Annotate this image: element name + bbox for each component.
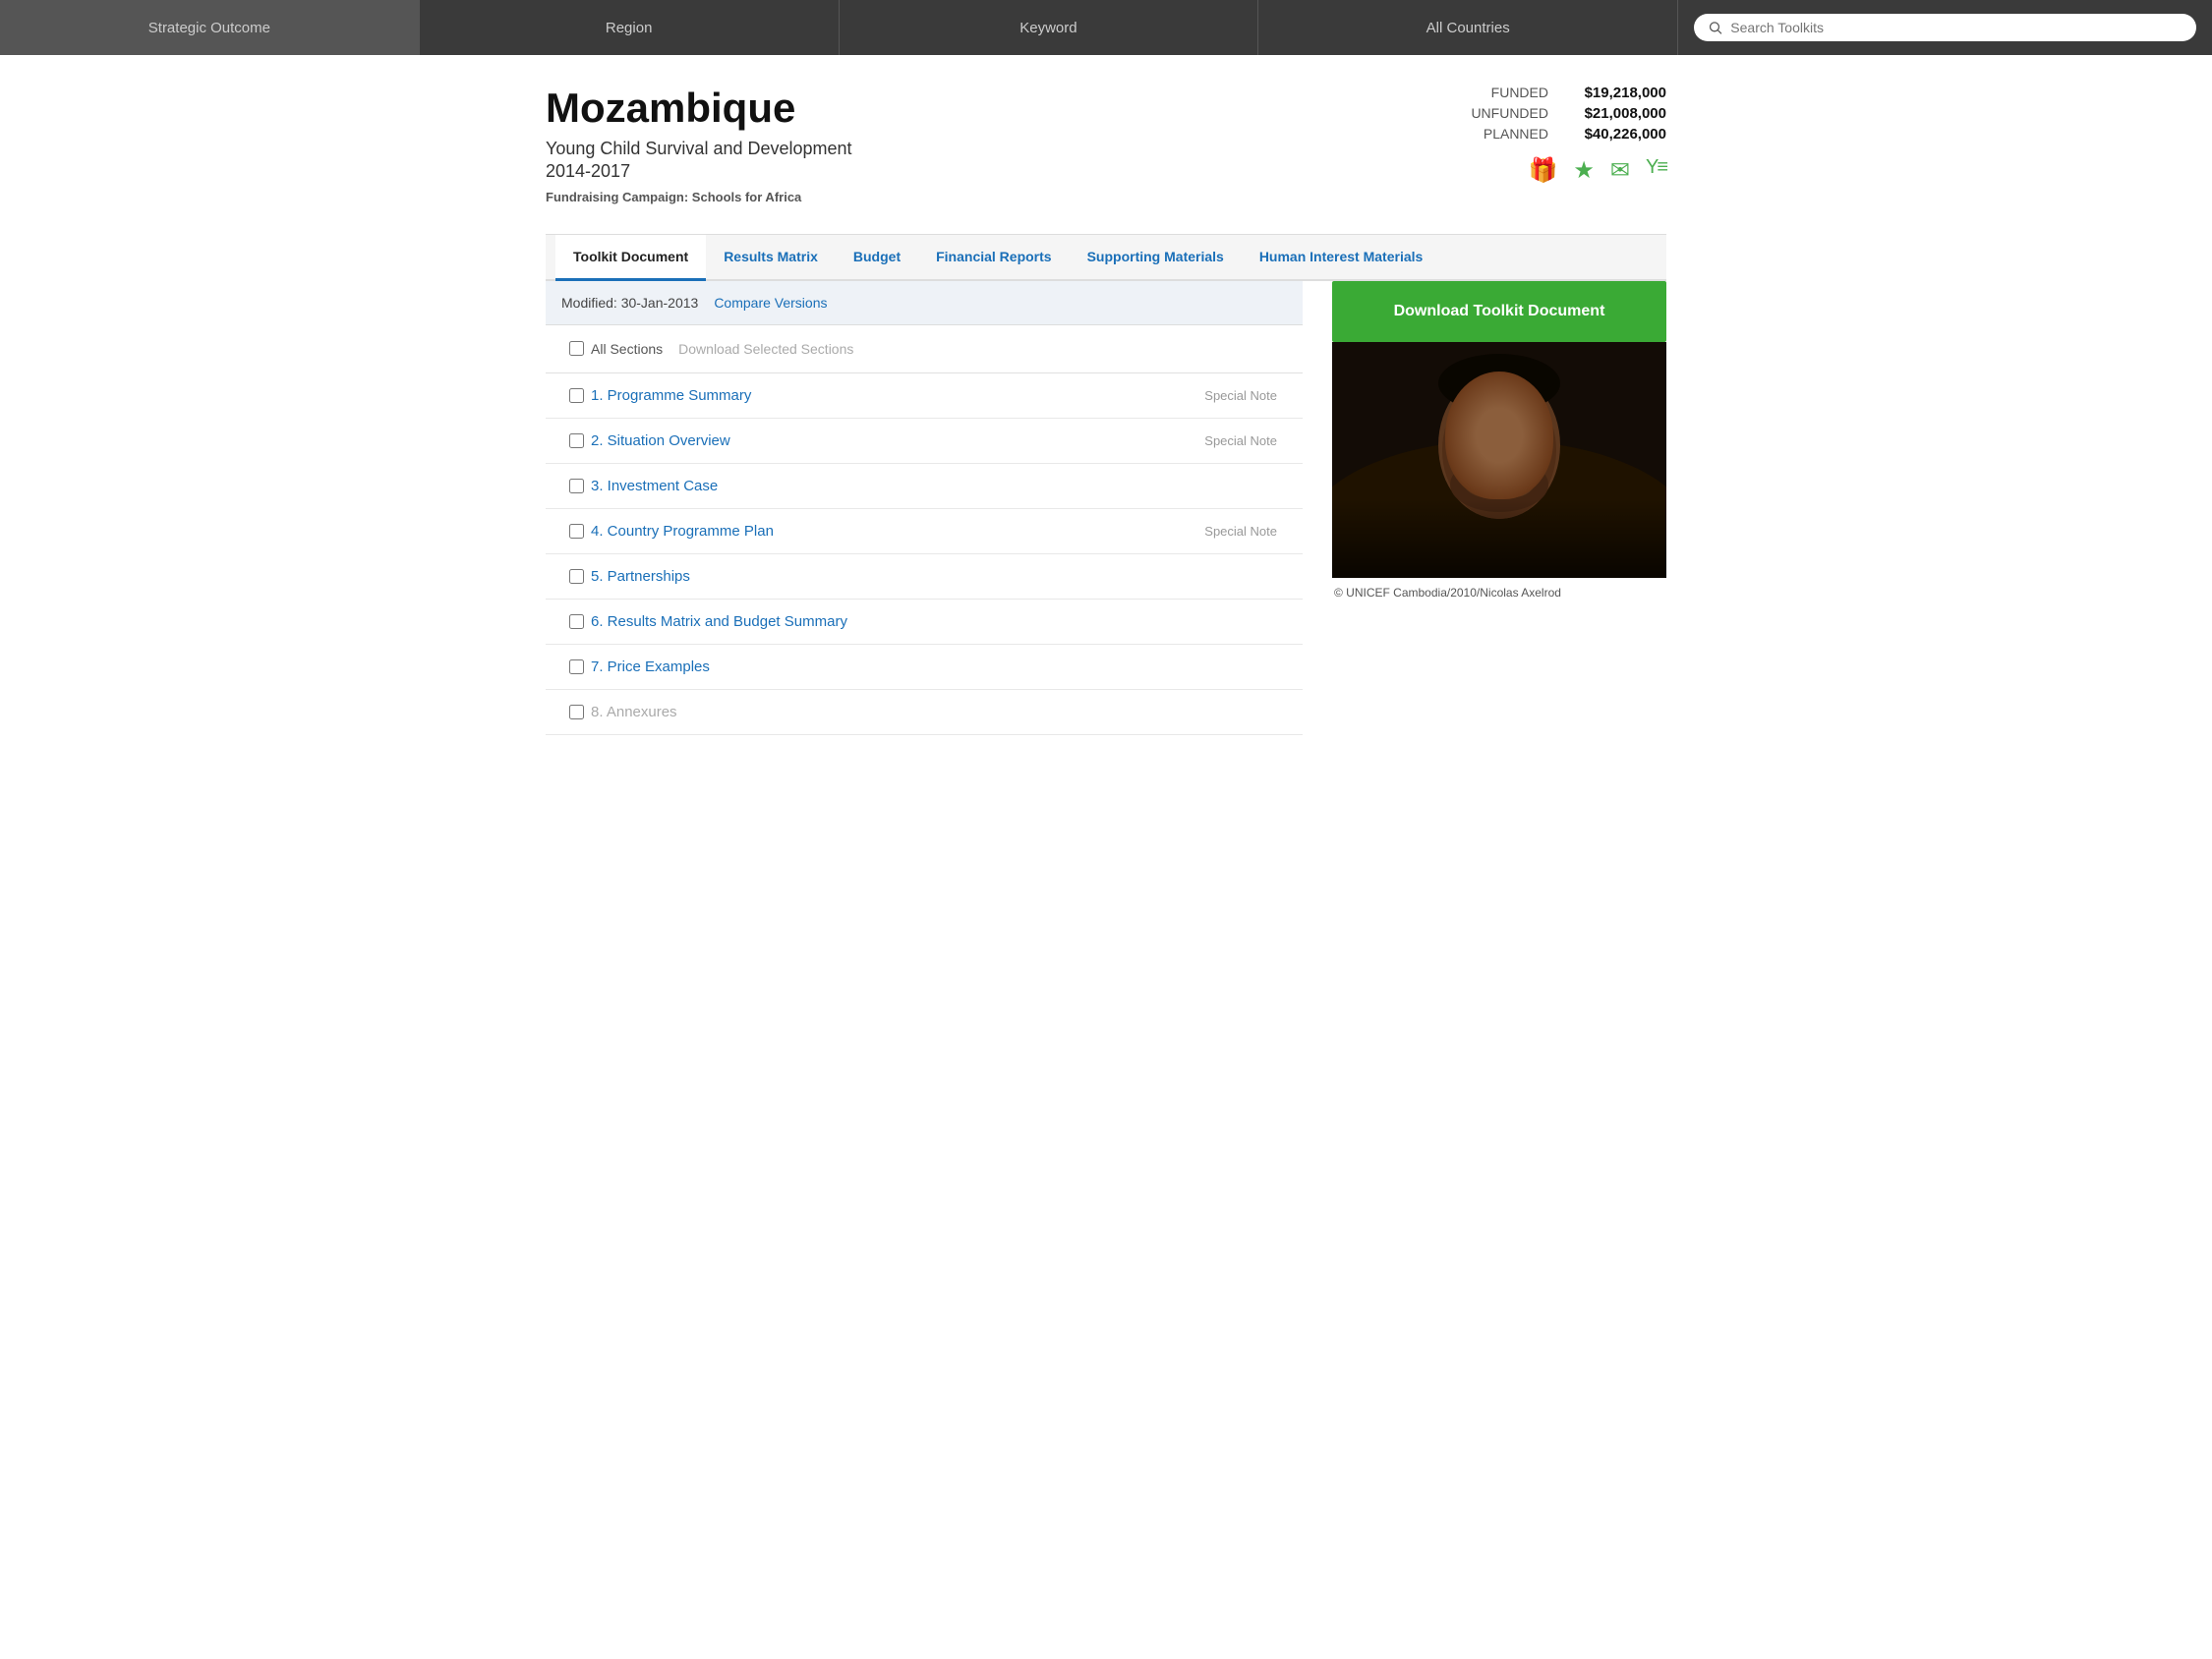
section-row: 2. Situation Overview Special Note [546, 419, 1303, 464]
section-checkbox-s1[interactable] [569, 388, 584, 403]
section-row: 8. Annexures [546, 690, 1303, 735]
compare-versions-link[interactable]: Compare Versions [714, 295, 827, 311]
all-sections-checkbox[interactable] [569, 341, 584, 356]
tab-human-interest-materials[interactable]: Human Interest Materials [1242, 235, 1441, 281]
mail-icon[interactable]: ✉ [1610, 156, 1630, 185]
funded-label: FUNDED [1491, 85, 1548, 101]
section-checkbox-s4[interactable] [569, 524, 584, 539]
campaign-value: Schools for Africa [692, 190, 801, 204]
modified-text: Modified: 30-Jan-2013 [561, 295, 698, 311]
section-link-s5[interactable]: 5. Partnerships [591, 568, 1277, 585]
main-content: Mozambique Young Child Survival and Deve… [516, 55, 1696, 735]
funding-funded: FUNDED $19,218,000 [1411, 85, 1666, 101]
page-subtitle: Young Child Survival and Development2014… [546, 138, 852, 184]
special-note-s4: Special Note [1204, 524, 1287, 539]
modified-bar: Modified: 30-Jan-2013 Compare Versions [546, 281, 1303, 325]
search-icon [1708, 20, 1722, 35]
section-link-s2[interactable]: 2. Situation Overview [591, 432, 1204, 449]
download-toolkit-button[interactable]: Download Toolkit Document [1332, 281, 1666, 342]
section-checkbox-s7[interactable] [569, 659, 584, 674]
nav-strategic-outcome[interactable]: Strategic Outcome [0, 0, 420, 55]
tab-financial-reports[interactable]: Financial Reports [918, 235, 1069, 281]
tab-toolkit-document[interactable]: Toolkit Document [555, 235, 706, 281]
section-row: 4. Country Programme Plan Special Note [546, 509, 1303, 554]
section-checkbox-s8[interactable] [569, 705, 584, 719]
action-icons-row: 🎁 ★ ✉ Y≡ [1411, 156, 1666, 185]
download-selected-label: Download Selected Sections [678, 341, 853, 357]
tab-budget[interactable]: Budget [836, 235, 918, 281]
page-title: Mozambique [546, 85, 852, 132]
section-link-s6[interactable]: 6. Results Matrix and Budget Summary [591, 613, 1277, 630]
unfunded-label: UNFUNDED [1471, 105, 1548, 122]
nav-all-countries[interactable]: All Countries [1258, 0, 1678, 55]
search-input[interactable] [1730, 20, 2183, 35]
all-sections-label: All Sections [591, 341, 663, 357]
section-checkbox-s5[interactable] [569, 569, 584, 584]
content-area: Modified: 30-Jan-2013 Compare Versions A… [546, 281, 1666, 735]
funding-unfunded: UNFUNDED $21,008,000 [1411, 105, 1666, 122]
special-note-s2: Special Note [1204, 433, 1287, 448]
header-right: FUNDED $19,218,000 UNFUNDED $21,008,000 … [1411, 85, 1666, 185]
campaign-info: Fundraising Campaign: Schools for Africa [546, 190, 852, 204]
gift-icon[interactable]: 🎁 [1528, 156, 1557, 185]
section-link-s4[interactable]: 4. Country Programme Plan [591, 523, 1204, 540]
tab-supporting-materials[interactable]: Supporting Materials [1070, 235, 1242, 281]
unfunded-value: $21,008,000 [1568, 105, 1666, 122]
campaign-label: Fundraising Campaign: [546, 190, 688, 204]
section-link-s3[interactable]: 3. Investment Case [591, 478, 1277, 494]
search-container [1678, 0, 2212, 55]
section-row: 7. Price Examples [546, 645, 1303, 690]
funded-value: $19,218,000 [1568, 85, 1666, 101]
section-link-s8[interactable]: 8. Annexures [591, 704, 1277, 720]
section-checkbox-s2[interactable] [569, 433, 584, 448]
chart-icon[interactable]: Y≡ [1646, 156, 1666, 185]
photo-image [1332, 342, 1666, 578]
section-link-s7[interactable]: 7. Price Examples [591, 658, 1277, 675]
section-checkbox-s6[interactable] [569, 614, 584, 629]
left-panel: Modified: 30-Jan-2013 Compare Versions A… [546, 281, 1303, 735]
special-note-s1: Special Note [1204, 388, 1287, 403]
section-link-s1[interactable]: 1. Programme Summary [591, 387, 1204, 404]
section-row: 3. Investment Case [546, 464, 1303, 509]
funding-planned: PLANNED $40,226,000 [1411, 126, 1666, 143]
tabs-bar: Toolkit Document Results Matrix Budget F… [546, 235, 1666, 281]
tab-results-matrix[interactable]: Results Matrix [706, 235, 836, 281]
planned-value: $40,226,000 [1568, 126, 1666, 143]
nav-region[interactable]: Region [420, 0, 840, 55]
page-header: Mozambique Young Child Survival and Deve… [546, 85, 1666, 204]
top-nav: Strategic Outcome Region Keyword All Cou… [0, 0, 2212, 55]
header-left: Mozambique Young Child Survival and Deve… [546, 85, 852, 204]
section-checkbox-s3[interactable] [569, 479, 584, 493]
search-box [1694, 14, 2196, 41]
planned-label: PLANNED [1484, 126, 1548, 143]
right-panel: Download Toolkit Document [1332, 281, 1666, 735]
photo-container: © UNICEF Cambodia/2010/Nicolas Axelrod [1332, 342, 1666, 600]
all-sections-checkbox-col [561, 341, 591, 356]
nav-keyword[interactable]: Keyword [840, 0, 1259, 55]
photo-svg [1332, 342, 1666, 578]
star-icon[interactable]: ★ [1573, 156, 1595, 185]
section-row: 6. Results Matrix and Budget Summary [546, 600, 1303, 645]
section-row: 5. Partnerships [546, 554, 1303, 600]
section-row: 1. Programme Summary Special Note [546, 373, 1303, 419]
sections-header: All Sections Download Selected Sections [546, 325, 1303, 373]
photo-caption: © UNICEF Cambodia/2010/Nicolas Axelrod [1332, 586, 1666, 600]
